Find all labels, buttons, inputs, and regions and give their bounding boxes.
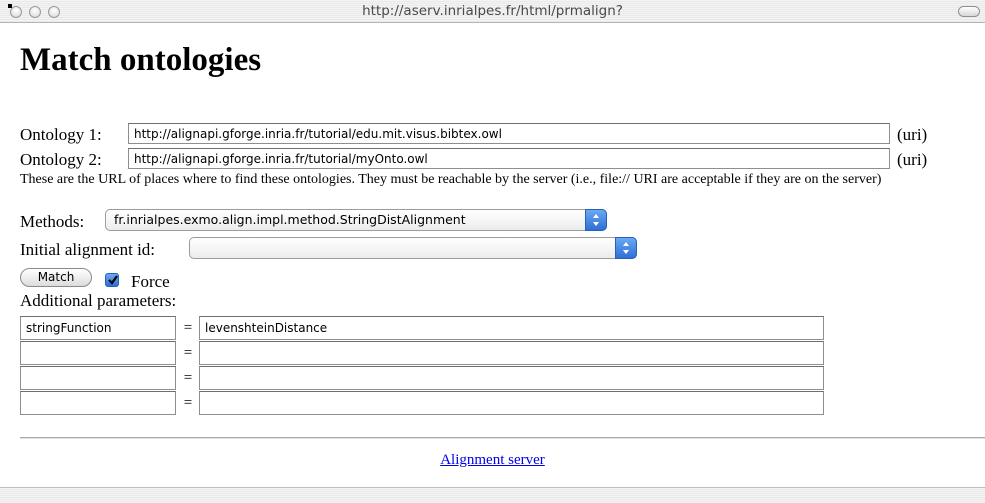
initial-alignment-dropdown-arrows-icon (615, 237, 637, 259)
ontology2-uri-suffix: (uri) (897, 150, 928, 169)
window-titlebar: http://aserv.inrialpes.fr/html/prmalign? (0, 0, 985, 23)
param-value-input-4[interactable] (199, 391, 824, 415)
alignment-server-link[interactable]: Alignment server (0, 452, 985, 469)
param-value-input-2[interactable] (199, 341, 824, 365)
toolbar-toggle-button[interactable] (958, 6, 980, 17)
match-button[interactable]: Match (20, 268, 92, 287)
ontology-help-text: These are the URL of places where to fin… (20, 172, 882, 187)
ontology1-uri-suffix: (uri) (897, 125, 928, 144)
initial-alignment-label: Initial alignment id: (20, 240, 156, 259)
ontology2-label: Ontology 2: (20, 150, 102, 169)
methods-selected-value: fr.inrialpes.exmo.align.impl.method.Stri… (114, 212, 466, 227)
methods-select[interactable]: fr.inrialpes.exmo.align.impl.method.Stri… (105, 209, 607, 231)
param-equals-sign: = (183, 395, 193, 411)
additional-parameters-label: Additional parameters: (20, 291, 177, 310)
checkmark-icon (108, 275, 118, 285)
param-value-input-3[interactable] (199, 366, 824, 390)
methods-label: Methods: (20, 212, 85, 231)
param-name-input-1[interactable] (20, 316, 176, 340)
ontology1-uri-input[interactable] (128, 123, 890, 144)
param-name-input-3[interactable] (20, 366, 176, 390)
force-checkbox[interactable] (105, 273, 119, 287)
window-title-url: http://aserv.inrialpes.fr/html/prmalign? (362, 3, 623, 19)
param-name-input-2[interactable] (20, 341, 176, 365)
param-equals-sign: = (183, 345, 193, 361)
param-equals-sign: = (183, 370, 193, 386)
param-equals-sign: = (183, 320, 193, 336)
ontology1-label: Ontology 1: (20, 125, 102, 144)
window-status-bar (0, 487, 985, 503)
footer-divider (20, 437, 985, 439)
param-value-input-1[interactable] (199, 316, 824, 340)
ontology2-uri-input[interactable] (128, 148, 890, 169)
initial-alignment-select[interactable] (189, 237, 637, 259)
methods-dropdown-arrows-icon (585, 209, 607, 231)
param-name-input-4[interactable] (20, 391, 176, 415)
force-label: Force (131, 272, 170, 291)
page-title: Match ontologies (20, 42, 262, 78)
